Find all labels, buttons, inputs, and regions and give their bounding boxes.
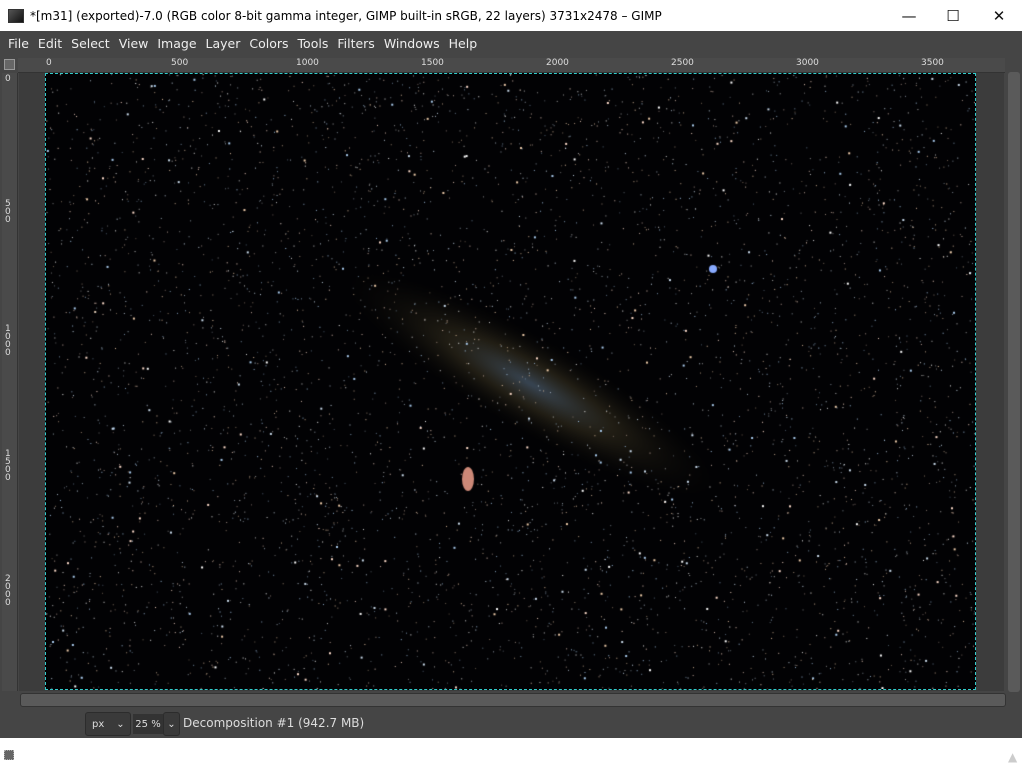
ruler-label: 500 (5, 199, 11, 225)
ruler-label: 2000 (546, 58, 569, 68)
menu-tools[interactable]: Tools (294, 36, 333, 51)
window-title: *[m31] (exported)-7.0 (RGB color 8-bit g… (30, 8, 662, 23)
ruler-label: 500 (171, 58, 189, 68)
ruler-label: 1000 (296, 58, 319, 68)
menu-bar: File Edit Select View Image Layer Colors… (0, 31, 1022, 56)
ruler-label: 2000 (5, 574, 11, 608)
ruler-label: 3000 (796, 58, 819, 68)
ruler-label: 1500 (5, 449, 11, 483)
ruler-label: 3500 (921, 58, 944, 68)
menu-select[interactable]: Select (67, 36, 114, 51)
maximize-button[interactable]: ☐ (930, 0, 976, 31)
menu-arrow-button[interactable] (4, 59, 15, 70)
menu-view[interactable]: View (115, 36, 153, 51)
menu-layer[interactable]: Layer (202, 36, 245, 51)
ruler-label: 0 (5, 74, 11, 84)
quick-mask-toggle[interactable] (4, 750, 14, 760)
close-button[interactable]: ✕ (976, 0, 1022, 31)
menu-colors[interactable]: Colors (245, 36, 292, 51)
unit-selector[interactable]: px ⌄ (85, 712, 131, 736)
minimize-button[interactable]: — (886, 0, 932, 31)
vertical-ruler[interactable]: 0 500 1000 1500 2000 (2, 73, 18, 691)
ruler-label: 2500 (671, 58, 694, 68)
ruler-label: 1500 (421, 58, 444, 68)
m31-galaxy-image[interactable] (45, 73, 976, 690)
navigate-icon[interactable]: ▲ (1008, 750, 1017, 764)
chevron-down-icon: ⌄ (167, 718, 176, 730)
menu-filters[interactable]: Filters (333, 36, 378, 51)
ruler-label: 1000 (5, 324, 11, 358)
menu-image[interactable]: Image (153, 36, 200, 51)
status-bar: px ⌄ 25 % ⌄ Decomposition #1 (942.7 MB) (0, 708, 1022, 738)
menu-file[interactable]: File (4, 36, 33, 51)
gimp-app-icon (8, 8, 24, 23)
menu-windows[interactable]: Windows (380, 36, 444, 51)
zoom-dropdown-button[interactable]: ⌄ (163, 712, 180, 736)
ruler-label: 0 (46, 58, 52, 68)
zoom-input[interactable]: 25 % (133, 714, 163, 734)
horizontal-scrollbar[interactable] (20, 693, 1006, 707)
title-bar: *[m31] (exported)-7.0 (RGB color 8-bit g… (0, 0, 1022, 31)
vertical-scrollbar[interactable] (1005, 72, 1022, 707)
vertical-scroll-thumb[interactable] (1008, 72, 1020, 692)
unit-value: px (92, 718, 105, 730)
menu-help[interactable]: Help (445, 36, 482, 51)
menu-edit[interactable]: Edit (34, 36, 66, 51)
horizontal-ruler[interactable]: 0 500 1000 1500 2000 2500 3000 3500 (18, 58, 1005, 73)
status-text: Decomposition #1 (942.7 MB) (183, 716, 365, 730)
chevron-down-icon: ⌄ (116, 718, 125, 730)
